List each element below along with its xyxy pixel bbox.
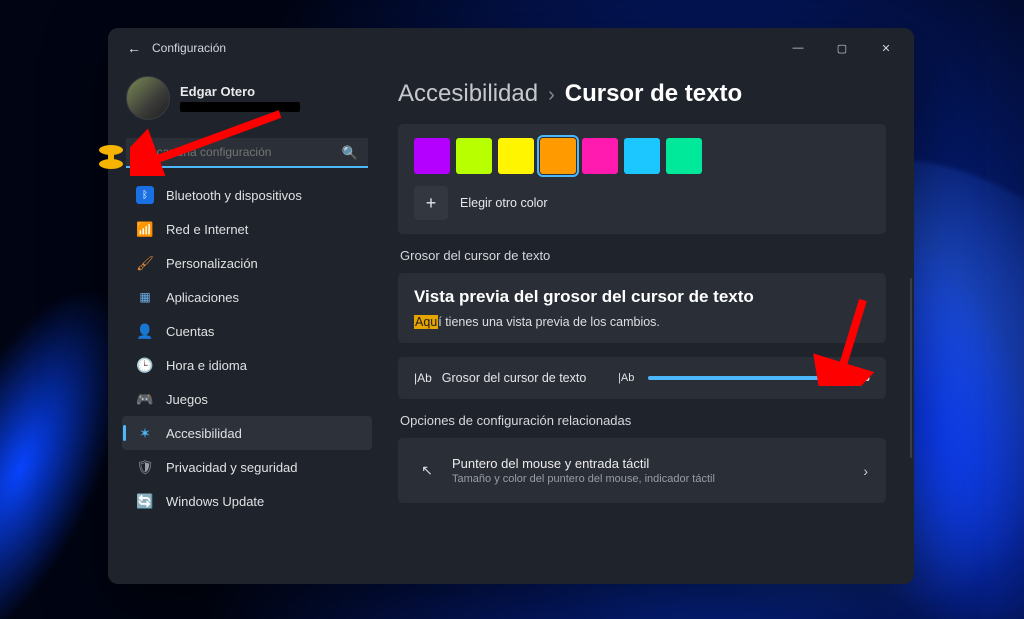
minimize-button[interactable]: —	[776, 28, 820, 68]
sidebar-item-label: Juegos	[166, 392, 208, 407]
preview-highlight: Aqu	[414, 315, 438, 329]
sidebar-item-label: Bluetooth y dispositivos	[166, 188, 302, 203]
sidebar-item-apps[interactable]: ▦ Aplicaciones	[122, 280, 372, 314]
choose-color-button[interactable]: +	[414, 186, 448, 220]
titlebar: ← Configuración — ▢ ✕	[108, 28, 914, 68]
wifi-icon: 📶	[136, 220, 154, 238]
color-swatch-2[interactable]	[498, 138, 534, 174]
maximize-button[interactable]: ▢	[820, 28, 864, 68]
avatar	[126, 76, 170, 120]
choose-color-row[interactable]: + Elegir otro color	[414, 186, 870, 220]
back-button[interactable]: ←	[122, 40, 146, 56]
slider-card: |Ab Grosor del cursor de texto |Ab Ab	[398, 357, 886, 399]
sidebar-item-label: Red e Internet	[166, 222, 248, 237]
sidebar-item-accounts[interactable]: 👤 Cuentas	[122, 314, 372, 348]
color-swatch-1[interactable]	[456, 138, 492, 174]
sidebar-item-bluetooth[interactable]: ᛒ Bluetooth y dispositivos	[122, 178, 372, 212]
shield-icon: 🛡	[136, 458, 154, 476]
slider-max-icon: Ab	[855, 372, 870, 384]
gaming-icon: 🎮	[136, 390, 154, 408]
color-swatch-6[interactable]	[666, 138, 702, 174]
breadcrumb: Accesibilidad › Cursor de texto	[398, 72, 886, 124]
sidebar: Edgar Otero 🔍 ᛒ Bluetooth y dispositivos…	[108, 68, 380, 584]
sidebar-item-label: Privacidad y seguridad	[166, 460, 298, 475]
bluetooth-icon: ᛒ	[136, 186, 154, 204]
preview-title: Vista previa del grosor del cursor de te…	[414, 287, 870, 307]
breadcrumb-current: Cursor de texto	[565, 80, 742, 108]
thickness-slider[interactable]	[648, 376, 841, 380]
close-button[interactable]: ✕	[864, 28, 908, 68]
cursor-thickness-icon: |Ab	[414, 371, 432, 385]
breadcrumb-separator: ›	[548, 84, 555, 107]
link-title: Puntero del mouse y entrada táctil	[452, 456, 715, 471]
link-subtitle: Tamaño y color del puntero del mouse, in…	[452, 473, 715, 485]
sidebar-item-network[interactable]: 📶 Red e Internet	[122, 212, 372, 246]
mouse-pointer-icon: ↖	[416, 462, 438, 479]
breadcrumb-parent[interactable]: Accesibilidad	[398, 80, 538, 108]
search-input[interactable]	[136, 145, 338, 159]
window-title: Configuración	[152, 41, 226, 55]
color-swatch-0[interactable]	[414, 138, 450, 174]
update-icon: 🔄	[136, 492, 154, 510]
slider-label: Grosor del cursor de texto	[442, 371, 587, 385]
chevron-right-icon: ›	[863, 463, 868, 479]
sidebar-item-label: Accesibilidad	[166, 426, 242, 441]
sidebar-item-time[interactable]: 🕒 Hora e idioma	[122, 348, 372, 382]
sidebar-item-gaming[interactable]: 🎮 Juegos	[122, 382, 372, 416]
color-card: + Elegir otro color	[398, 124, 886, 234]
sidebar-item-label: Hora e idioma	[166, 358, 247, 373]
sidebar-item-label: Aplicaciones	[166, 290, 239, 305]
accounts-icon: 👤	[136, 322, 154, 340]
preview-rest: í tienes una vista previa de los cambios…	[438, 315, 660, 329]
related-section-label: Opciones de configuración relacionadas	[400, 413, 886, 428]
sidebar-item-personalization[interactable]: 🖌 Personalización	[122, 246, 372, 280]
brush-icon: 🖌	[136, 254, 154, 272]
search-icon: 🔍	[342, 145, 358, 161]
profile-email-hidden	[180, 102, 300, 112]
clock-icon: 🕒	[136, 356, 154, 374]
profile-block[interactable]: Edgar Otero	[122, 68, 372, 132]
sidebar-item-update[interactable]: 🔄 Windows Update	[122, 484, 372, 518]
color-swatch-4[interactable]	[582, 138, 618, 174]
sidebar-item-privacy[interactable]: 🛡 Privacidad y seguridad	[122, 450, 372, 484]
nav-list: ᛒ Bluetooth y dispositivos 📶 Red e Inter…	[122, 178, 372, 518]
sidebar-item-label: Cuentas	[166, 324, 214, 339]
sidebar-item-accessibility[interactable]: ✶ Accesibilidad	[122, 416, 372, 450]
related-link-card[interactable]: ↖ Puntero del mouse y entrada táctil Tam…	[398, 438, 886, 503]
apps-icon: ▦	[136, 288, 154, 306]
color-swatch-5[interactable]	[624, 138, 660, 174]
color-swatch-3[interactable]	[540, 138, 576, 174]
main-content: Accesibilidad › Cursor de texto + Elegir…	[380, 68, 914, 584]
preview-card: Vista previa del grosor del cursor de te…	[398, 273, 886, 343]
preview-text: Aquí tienes una vista previa de los camb…	[414, 315, 870, 329]
settings-window: ← Configuración — ▢ ✕ Edgar Otero 🔍	[108, 28, 914, 584]
choose-color-label: Elegir otro color	[460, 196, 548, 210]
thickness-section-label: Grosor del cursor de texto	[400, 248, 886, 263]
slider-thumb[interactable]	[833, 370, 849, 386]
slider-min-icon: |Ab	[618, 372, 634, 384]
profile-name: Edgar Otero	[180, 84, 300, 99]
color-swatches	[414, 138, 870, 174]
scrollbar[interactable]	[910, 278, 912, 458]
sidebar-item-label: Personalización	[166, 256, 258, 271]
sidebar-item-label: Windows Update	[166, 494, 264, 509]
accessibility-icon: ✶	[136, 424, 154, 442]
search-box[interactable]: 🔍	[126, 138, 368, 168]
